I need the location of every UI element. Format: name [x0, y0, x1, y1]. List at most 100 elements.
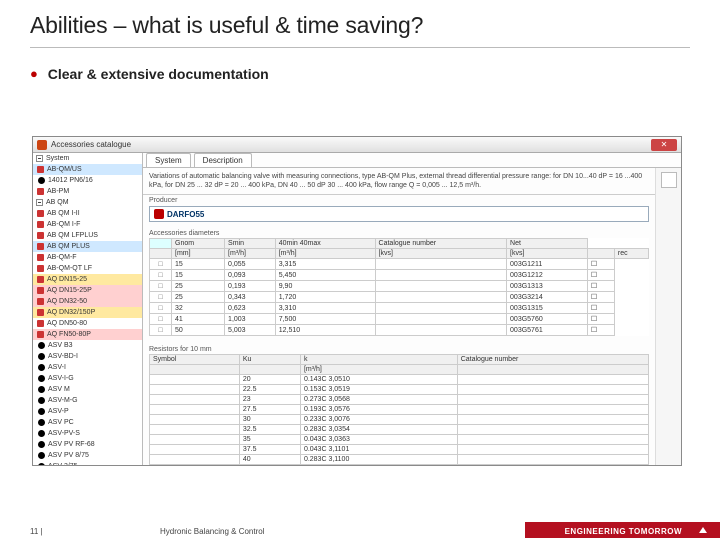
- product-thumbnail-icon[interactable]: [661, 172, 677, 188]
- table-cell: 25: [172, 292, 225, 303]
- row-select[interactable]: □: [150, 281, 172, 292]
- table-row[interactable]: □411,0037,500003G5760☐: [150, 314, 649, 325]
- sidebar-item[interactable]: AB-QM-QT LF: [33, 263, 142, 274]
- sidebar-item[interactable]: AQ DN15-25P: [33, 285, 142, 296]
- close-icon[interactable]: ✕: [651, 139, 677, 151]
- table-cell: 0,055: [225, 259, 276, 270]
- tab-description[interactable]: Description: [194, 153, 252, 167]
- danfoss-logo-icon: [692, 523, 714, 537]
- table-cell: 0,343: [225, 292, 276, 303]
- table-row[interactable]: □505,00312,510003G5761☐: [150, 325, 649, 336]
- tree-node-icon: [37, 331, 44, 338]
- sidebar-item[interactable]: AB QM I-II: [33, 208, 142, 219]
- sidebar-item[interactable]: ASV PV RF-68: [33, 439, 142, 450]
- table-row[interactable]: □150,0553,315003G1211☐: [150, 259, 649, 270]
- table-cell: 0.233C 3,0076: [300, 415, 457, 425]
- table-cell: 32.5: [239, 425, 300, 435]
- sidebar-item[interactable]: ASV-I-G: [33, 373, 142, 384]
- sidebar-item[interactable]: AB-QM I-F: [33, 219, 142, 230]
- row-select[interactable]: □: [150, 303, 172, 314]
- tree-node-icon: [38, 364, 45, 371]
- sidebar-item[interactable]: ASV-PV-S: [33, 428, 142, 439]
- titlebar: Accessories catalogue ✕: [33, 137, 681, 153]
- column-header: k: [300, 355, 457, 365]
- table-cell: 0.153C 3,0519: [300, 385, 457, 395]
- table-cell: [375, 281, 507, 292]
- table-row[interactable]: 37.50.043C 3,1101: [150, 445, 649, 455]
- table-row[interactable]: 230.273C 3,0568: [150, 395, 649, 405]
- sidebar-item[interactable]: ASV PC: [33, 417, 142, 428]
- tree-node-icon: [37, 276, 44, 283]
- table-row[interactable]: 200.143C 3,0510: [150, 375, 649, 385]
- sidebar-item[interactable]: AQ DN32-50: [33, 296, 142, 307]
- sidebar-item[interactable]: AQ FN50-80P: [33, 329, 142, 340]
- table-row[interactable]: □320,6233,310003G1315☐: [150, 303, 649, 314]
- column-header: Catalogue number: [375, 239, 507, 249]
- table-cell: [150, 375, 240, 385]
- sidebar-item[interactable]: AB QM PLUS: [33, 241, 142, 252]
- sidebar-item[interactable]: AQ DN32/150P: [33, 307, 142, 318]
- table-cell: 12,510: [275, 325, 375, 336]
- row-select[interactable]: □: [150, 292, 172, 303]
- tree-node-icon: [38, 430, 45, 437]
- row-select[interactable]: □: [150, 259, 172, 270]
- table-row[interactable]: 350.043C 3,0363: [150, 435, 649, 445]
- kvs-table: SymbolKukCatalogue number [m³/h] 200.143…: [149, 354, 649, 465]
- table-cell: [457, 455, 648, 465]
- table-cell: [375, 325, 507, 336]
- sidebar-item[interactable]: ASV-3/75: [33, 461, 142, 465]
- tab-bar: System Description: [143, 153, 681, 168]
- sidebar-item[interactable]: AQ DN50-80: [33, 318, 142, 329]
- collapse-icon[interactable]: [36, 155, 43, 162]
- sidebar-item-label: AB-QM/US: [47, 166, 82, 173]
- table-cell: [150, 435, 240, 445]
- table-cell: ☐: [587, 281, 614, 292]
- column-header: Catalogue number: [457, 355, 648, 365]
- table-cell: 50: [172, 325, 225, 336]
- row-select[interactable]: □: [150, 270, 172, 281]
- row-select[interactable]: □: [150, 314, 172, 325]
- table-row[interactable]: 27.50.193C 3,0576: [150, 405, 649, 415]
- unit-header: [150, 365, 240, 375]
- sidebar-item[interactable]: AQ DN15-25: [33, 274, 142, 285]
- bullet-row: ● Clear & extensive documentation: [0, 48, 720, 82]
- producer-field[interactable]: DARFO55: [149, 206, 649, 222]
- table-cell: 27.5: [239, 405, 300, 415]
- sidebar-item-label: AQ DN15-25: [47, 276, 87, 283]
- unit-header: [m³/h]: [225, 249, 276, 259]
- sidebar-item[interactable]: ASV-P: [33, 406, 142, 417]
- sidebar-item[interactable]: 14012 PN6/16: [33, 175, 142, 186]
- sidebar-item[interactable]: AB QM LFPLUS: [33, 230, 142, 241]
- sidebar-item[interactable]: AB-PM: [33, 186, 142, 197]
- sidebar-item[interactable]: ASV B3: [33, 340, 142, 351]
- unit-header: [239, 365, 300, 375]
- bullet-text: Clear & extensive documentation: [48, 66, 269, 82]
- table-row[interactable]: □150,0935,450003G1212☐: [150, 270, 649, 281]
- sidebar-item[interactable]: AB-QM/US: [33, 164, 142, 175]
- sidebar-item[interactable]: ASV-M-G: [33, 395, 142, 406]
- sidebar-item[interactable]: ASV-BD-I: [33, 351, 142, 362]
- sidebar-item[interactable]: ASV M: [33, 384, 142, 395]
- table-cell: [375, 314, 507, 325]
- sidebar-item-label: AQ DN50-80: [47, 320, 87, 327]
- table-row[interactable]: □250,3431,720003G3214☐: [150, 292, 649, 303]
- sidebar-item[interactable]: AB QM: [33, 197, 142, 208]
- table-cell: ☐: [587, 314, 614, 325]
- sidebar-item-label: ASV M: [48, 386, 70, 393]
- table-row[interactable]: 300.233C 3,0076: [150, 415, 649, 425]
- tab-system[interactable]: System: [146, 153, 191, 167]
- table-row[interactable]: 32.50.283C 3,0354: [150, 425, 649, 435]
- row-select[interactable]: □: [150, 325, 172, 336]
- table-cell: 5,450: [275, 270, 375, 281]
- table-cell: 30: [239, 415, 300, 425]
- kvs-table-label: Resistors for 10 mm: [149, 346, 649, 353]
- tree-node-icon: [38, 397, 45, 404]
- table-cell: [150, 445, 240, 455]
- sidebar-item[interactable]: ASV-I: [33, 362, 142, 373]
- tree-node-icon: [38, 441, 45, 448]
- table-row[interactable]: 22.50.153C 3,0519: [150, 385, 649, 395]
- sidebar-item[interactable]: AB-QM-F: [33, 252, 142, 263]
- table-row[interactable]: □250,1939,90003G1313☐: [150, 281, 649, 292]
- sidebar-item[interactable]: ASV PV 8/75: [33, 450, 142, 461]
- table-row[interactable]: 400.283C 3,1100: [150, 455, 649, 465]
